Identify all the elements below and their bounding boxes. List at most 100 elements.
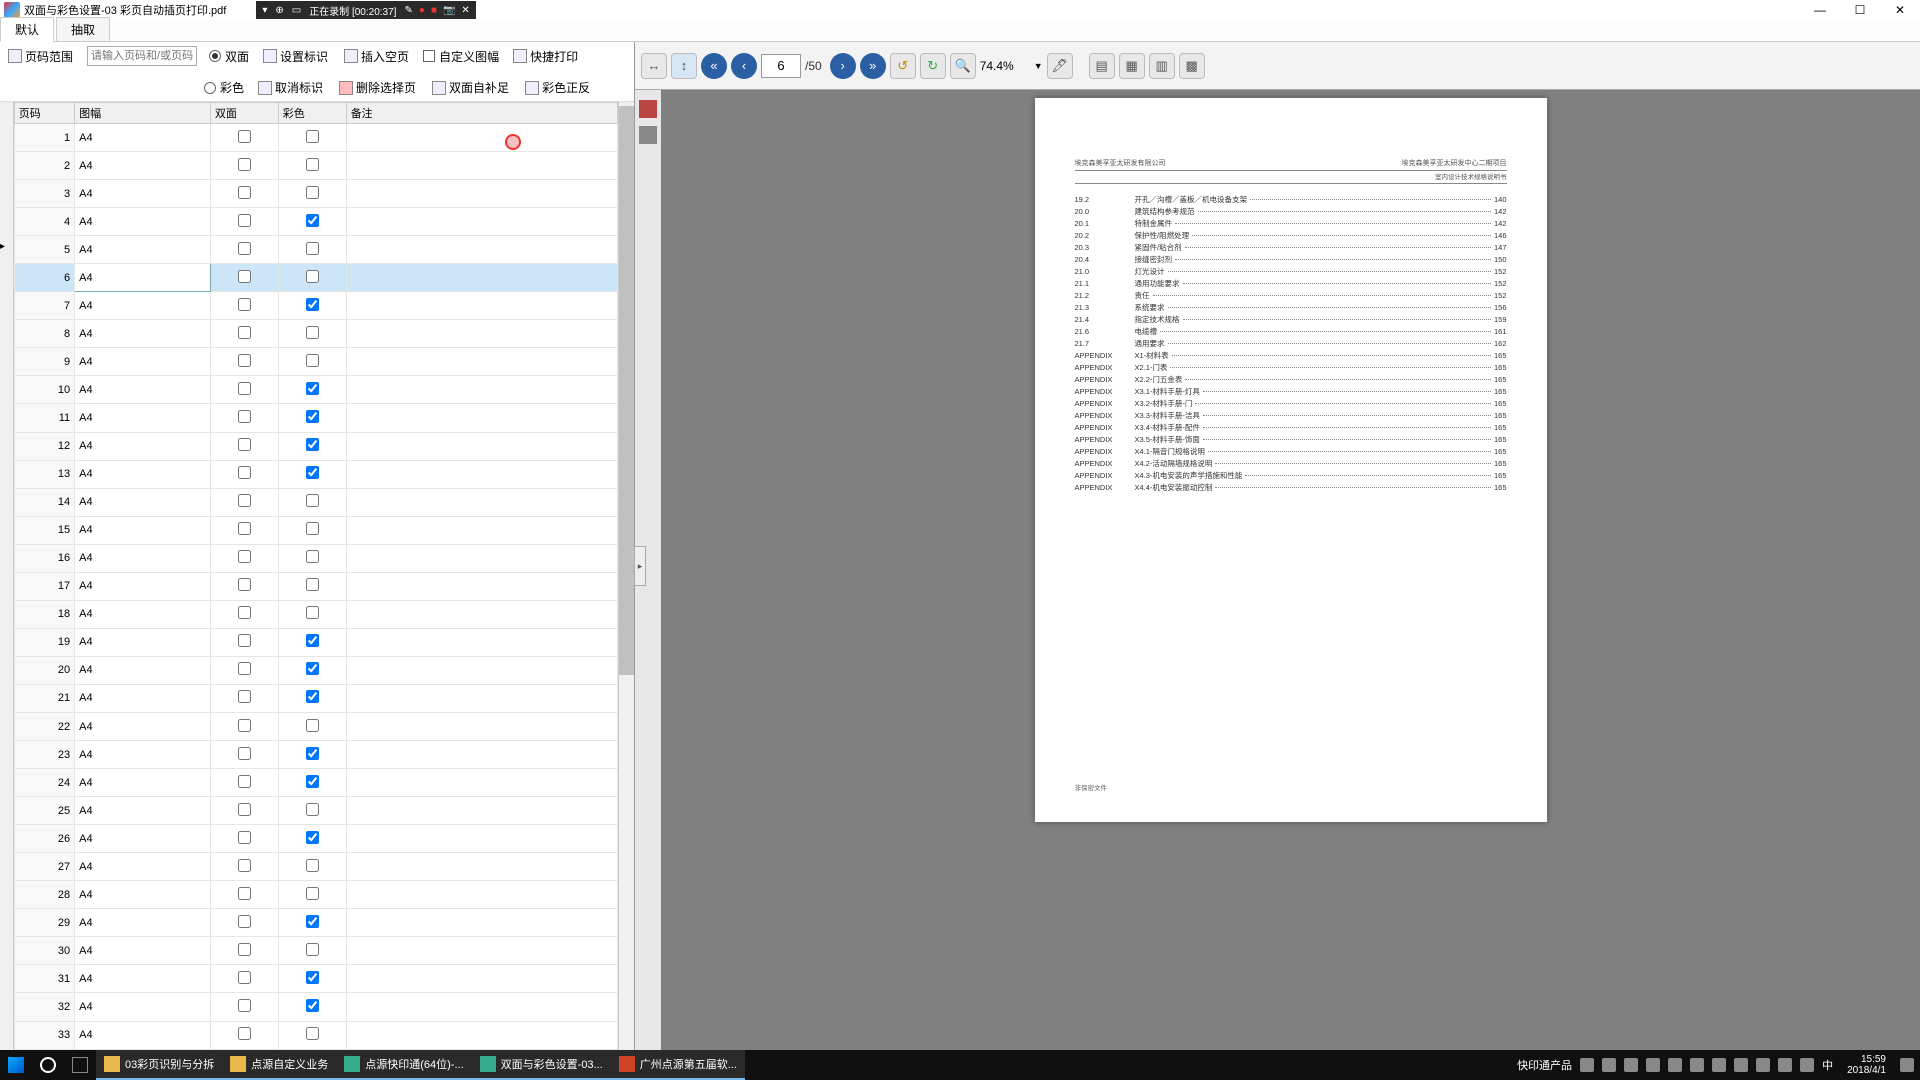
- color-checkbox[interactable]: [306, 270, 319, 283]
- table-row[interactable]: 32A4: [14, 993, 617, 1021]
- duplex-checkbox[interactable]: [238, 747, 251, 760]
- color-checkbox[interactable]: [306, 747, 319, 760]
- duplex-checkbox[interactable]: [238, 859, 251, 872]
- tray-ime-icon[interactable]: 中: [1822, 1057, 1833, 1073]
- view-continuous-button[interactable]: ▦: [1119, 53, 1145, 79]
- table-row[interactable]: 14A4: [14, 488, 617, 516]
- duplex-checkbox[interactable]: [238, 803, 251, 816]
- duplex-checkbox[interactable]: [238, 438, 251, 451]
- table-row[interactable]: 19A4: [14, 628, 617, 656]
- table-row[interactable]: 20A4: [14, 656, 617, 684]
- quick-print-button[interactable]: 快捷打印: [511, 47, 580, 66]
- outline-panel-button[interactable]: [639, 126, 657, 144]
- table-row[interactable]: 9A4: [14, 348, 617, 376]
- table-row[interactable]: 30A4: [14, 937, 617, 965]
- zoom-tool-button[interactable]: 🖊: [1047, 53, 1073, 79]
- last-page-button[interactable]: »: [860, 53, 886, 79]
- duplex-checkbox[interactable]: [238, 550, 251, 563]
- duplex-checkbox[interactable]: [238, 606, 251, 619]
- delete-sel-button[interactable]: 删除选择页: [337, 78, 418, 97]
- duplex-checkbox[interactable]: [238, 410, 251, 423]
- table-row[interactable]: 25A4: [14, 797, 617, 825]
- duplex-checkbox[interactable]: [238, 214, 251, 227]
- cancel-mark-button[interactable]: 取消标识: [256, 78, 325, 97]
- color-checkbox[interactable]: [306, 578, 319, 591]
- taskbar-item[interactable]: 点源自定义业务: [222, 1050, 336, 1080]
- color-checkbox[interactable]: [306, 438, 319, 451]
- color-checkbox[interactable]: [306, 634, 319, 647]
- duplex-checkbox[interactable]: [238, 719, 251, 732]
- color-checkbox[interactable]: [306, 382, 319, 395]
- color-checkbox[interactable]: [306, 971, 319, 984]
- color-checkbox[interactable]: [306, 550, 319, 563]
- duplex-checkbox[interactable]: [238, 943, 251, 956]
- taskview-button[interactable]: [64, 1050, 96, 1080]
- duplex-checkbox[interactable]: [238, 466, 251, 479]
- tray-icon[interactable]: [1756, 1058, 1770, 1072]
- duplex-checkbox[interactable]: [238, 775, 251, 788]
- tray-icon[interactable]: [1602, 1058, 1616, 1072]
- tray-icon[interactable]: [1800, 1058, 1814, 1072]
- maximize-button[interactable]: ☐: [1840, 0, 1880, 20]
- duplex-checkbox[interactable]: [238, 158, 251, 171]
- auto-fill-button[interactable]: 双面自补足: [430, 78, 511, 97]
- rec-back-icon[interactable]: ▾: [262, 5, 267, 16]
- tray-icon[interactable]: [1646, 1058, 1660, 1072]
- rec-pen-icon[interactable]: ✎: [404, 5, 412, 16]
- table-row[interactable]: 10A4: [14, 376, 617, 404]
- duplex-checkbox[interactable]: [238, 662, 251, 675]
- table-row[interactable]: 28A4: [14, 881, 617, 909]
- color-checkbox[interactable]: [306, 242, 319, 255]
- view-facing-button[interactable]: ▥: [1149, 53, 1175, 79]
- table-row[interactable]: 21A4: [14, 684, 617, 712]
- tray-icon[interactable]: [1712, 1058, 1726, 1072]
- table-row[interactable]: 31A4: [14, 965, 617, 993]
- table-row[interactable]: 2A4: [14, 152, 617, 180]
- color-checkbox[interactable]: [306, 775, 319, 788]
- first-page-button[interactable]: «: [701, 53, 727, 79]
- tray-icon[interactable]: [1624, 1058, 1638, 1072]
- thumbnail-panel-button[interactable]: [639, 100, 657, 118]
- color-checkbox[interactable]: [306, 719, 319, 732]
- radio-duplex[interactable]: [209, 50, 221, 62]
- color-checkbox[interactable]: [306, 466, 319, 479]
- rec-region-icon[interactable]: ▭: [292, 5, 301, 16]
- color-checkbox[interactable]: [306, 214, 319, 227]
- duplex-checkbox[interactable]: [238, 382, 251, 395]
- col-color[interactable]: 彩色: [278, 103, 346, 124]
- table-row[interactable]: 13A4: [14, 460, 617, 488]
- set-mark-button[interactable]: 设置标识: [261, 47, 330, 66]
- duplex-checkbox[interactable]: [238, 634, 251, 647]
- next-page-button[interactable]: ›: [830, 53, 856, 79]
- tray-icon[interactable]: [1778, 1058, 1792, 1072]
- tab-default[interactable]: 默认: [0, 17, 54, 42]
- table-row[interactable]: 4A4: [14, 208, 617, 236]
- color-checkbox[interactable]: [306, 915, 319, 928]
- table-row[interactable]: 7A4: [14, 292, 617, 320]
- custom-width-checkbox[interactable]: [423, 50, 435, 62]
- tray-icon[interactable]: [1690, 1058, 1704, 1072]
- duplex-checkbox[interactable]: [238, 522, 251, 535]
- color-checkbox[interactable]: [306, 859, 319, 872]
- duplex-checkbox[interactable]: [238, 887, 251, 900]
- col-page[interactable]: 页码: [14, 103, 74, 124]
- color-checkbox[interactable]: [306, 522, 319, 535]
- taskbar-clock[interactable]: 15:59 2018/4/1: [1841, 1054, 1892, 1076]
- taskbar-item[interactable]: 广州点源第五届软...: [611, 1050, 745, 1080]
- duplex-checkbox[interactable]: [238, 270, 251, 283]
- color-checkbox[interactable]: [306, 803, 319, 816]
- taskbar-item[interactable]: 03彩页识别与分拆: [96, 1050, 222, 1080]
- minimize-button[interactable]: —: [1800, 0, 1840, 20]
- color-checkbox[interactable]: [306, 130, 319, 143]
- duplex-checkbox[interactable]: [238, 186, 251, 199]
- col-format[interactable]: 图幅: [75, 103, 211, 124]
- insert-blank-button[interactable]: 插入空页: [342, 47, 411, 66]
- color-checkbox[interactable]: [306, 943, 319, 956]
- taskbar-item[interactable]: 点源快印通(64位)-...: [336, 1050, 471, 1080]
- color-checkbox[interactable]: [306, 887, 319, 900]
- table-row[interactable]: 24A4: [14, 769, 617, 797]
- color-checkbox[interactable]: [306, 690, 319, 703]
- page-number-input[interactable]: [761, 54, 801, 78]
- color-checkbox[interactable]: [306, 298, 319, 311]
- duplex-checkbox[interactable]: [238, 326, 251, 339]
